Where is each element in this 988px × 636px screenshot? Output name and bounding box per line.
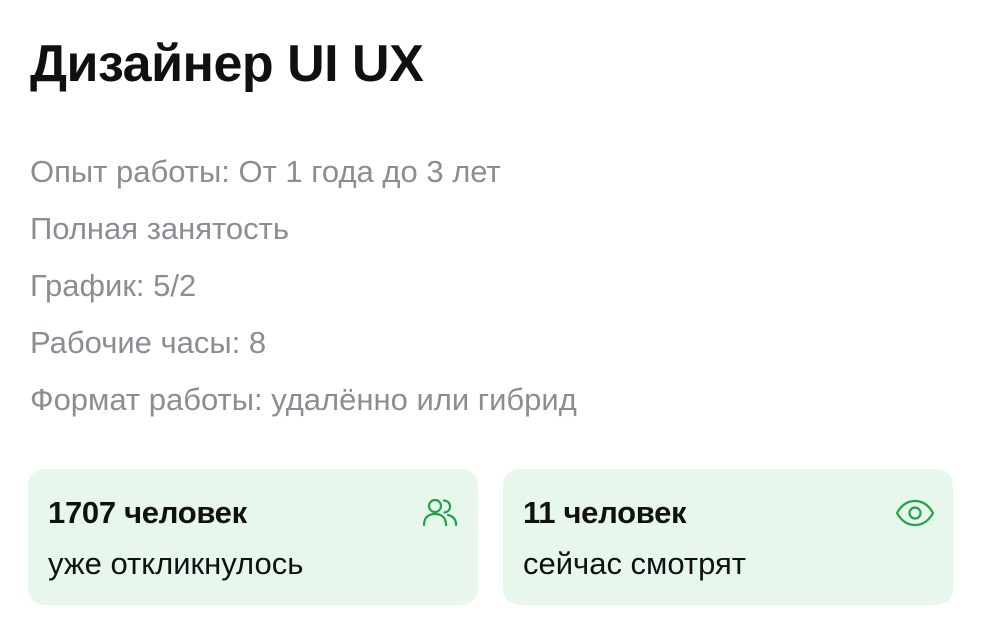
eye-icon <box>895 499 935 527</box>
responses-stat-card: 1707 человек уже откликнулось <box>28 469 478 605</box>
detail-working-hours: Рабочие часы: 8 <box>30 325 267 360</box>
vacancy-title: Дизайнер UI UX <box>30 35 424 93</box>
detail-experience: Опыт работы: От 1 года до 3 лет <box>30 154 501 189</box>
vacancy-card: Дизайнер UI UX Опыт работы: От 1 года до… <box>0 0 988 636</box>
viewers-caption: сейчас смотрят <box>523 546 747 581</box>
vacancy-details-list: Опыт работы: От 1 года до 3 лет Полная з… <box>30 143 577 428</box>
detail-work-format: Формат работы: удалённо или гибрид <box>30 382 577 417</box>
responses-caption: уже откликнулось <box>48 546 304 581</box>
detail-schedule: График: 5/2 <box>30 268 197 303</box>
viewers-stat-card: 11 человек сейчас смотрят <box>503 469 953 605</box>
users-icon <box>422 498 458 527</box>
viewers-count: 11 человек <box>523 495 687 530</box>
detail-employment: Полная занятость <box>30 211 289 246</box>
responses-count: 1707 человек <box>48 495 247 530</box>
